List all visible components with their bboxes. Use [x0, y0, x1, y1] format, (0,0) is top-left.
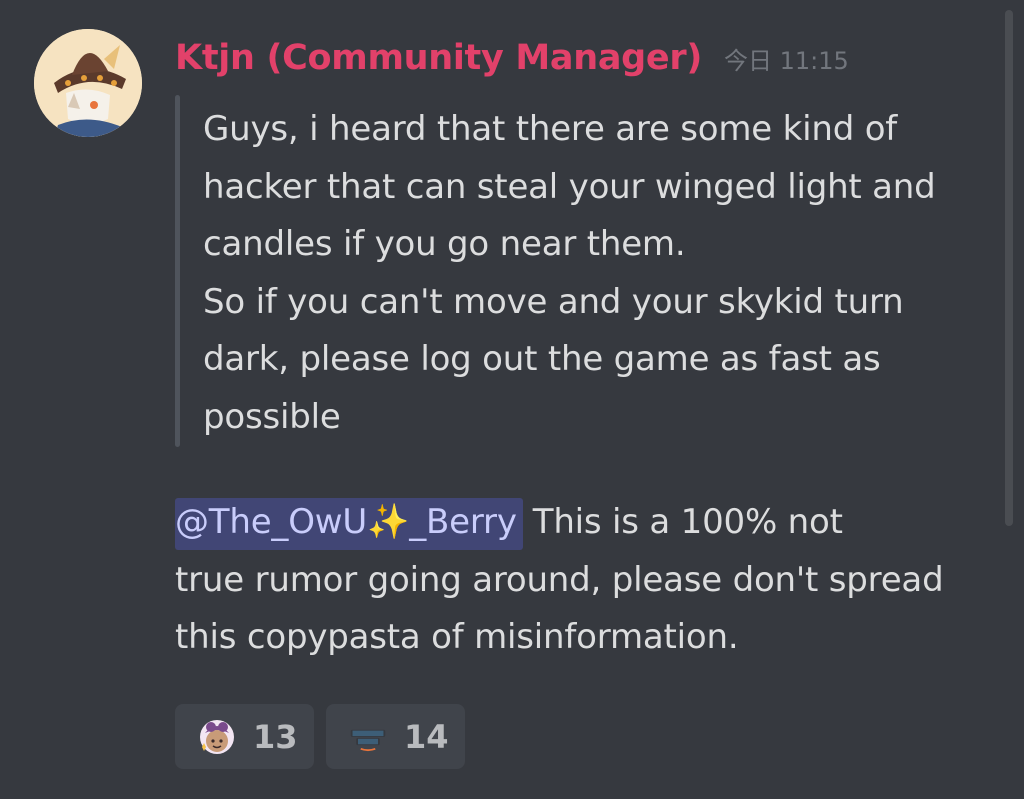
quote-line: Guys, i heard that there are some kind o… — [203, 109, 898, 149]
author-avatar[interactable] — [34, 29, 142, 137]
quote-line: candles if you go near them. — [203, 224, 686, 264]
message-header: Ktjn (Community Manager) 今日 11:15 — [175, 38, 849, 84]
block-quote: Guys, i heard that there are some kind o… — [175, 95, 975, 447]
reaction-thank-you[interactable]: 14 — [326, 704, 465, 769]
mention-prefix: @The_OwU — [175, 502, 368, 542]
witch-hat-character-avatar-icon — [34, 29, 142, 137]
reaction-ok[interactable]: 13 — [175, 704, 314, 769]
message-body: @The_OwU✨_Berry This is a 100% not true r… — [175, 494, 1005, 667]
ok-sticker-emoji-icon — [197, 717, 237, 757]
thank-you-sticker-emoji-icon — [348, 717, 388, 757]
mention-suffix: _Berry — [409, 502, 517, 542]
reaction-count: 13 — [253, 717, 298, 756]
reaction-bar: 13 14 — [175, 704, 477, 769]
quote-line: hacker that can steal your winged light … — [203, 166, 936, 207]
sparkle-icon: ✨ — [367, 502, 410, 542]
quote-line: dark, please log out the game as fast as — [203, 339, 881, 379]
reaction-count: 14 — [404, 717, 449, 756]
reply-line: @The_OwU✨_Berry This is a 100% not — [175, 494, 1005, 552]
author-username[interactable]: Ktjn (Community Manager) — [175, 38, 702, 78]
scrollbar[interactable] — [1005, 10, 1013, 526]
quote-line: So if you can't move and your skykid tur… — [203, 281, 904, 322]
user-mention[interactable]: @The_OwU✨_Berry — [175, 498, 523, 550]
message-timestamp[interactable]: 今日 11:15 — [724, 41, 849, 76]
quote-bar — [175, 95, 180, 447]
quote-line: possible — [203, 396, 341, 437]
reply-line: this copypasta of misinformation. — [175, 617, 739, 657]
reply-text: This is a 100% not — [532, 502, 843, 542]
quote-text: Guys, i heard that there are some kind o… — [203, 101, 983, 446]
reply-line: true rumor going around, please don't sp… — [175, 559, 944, 600]
